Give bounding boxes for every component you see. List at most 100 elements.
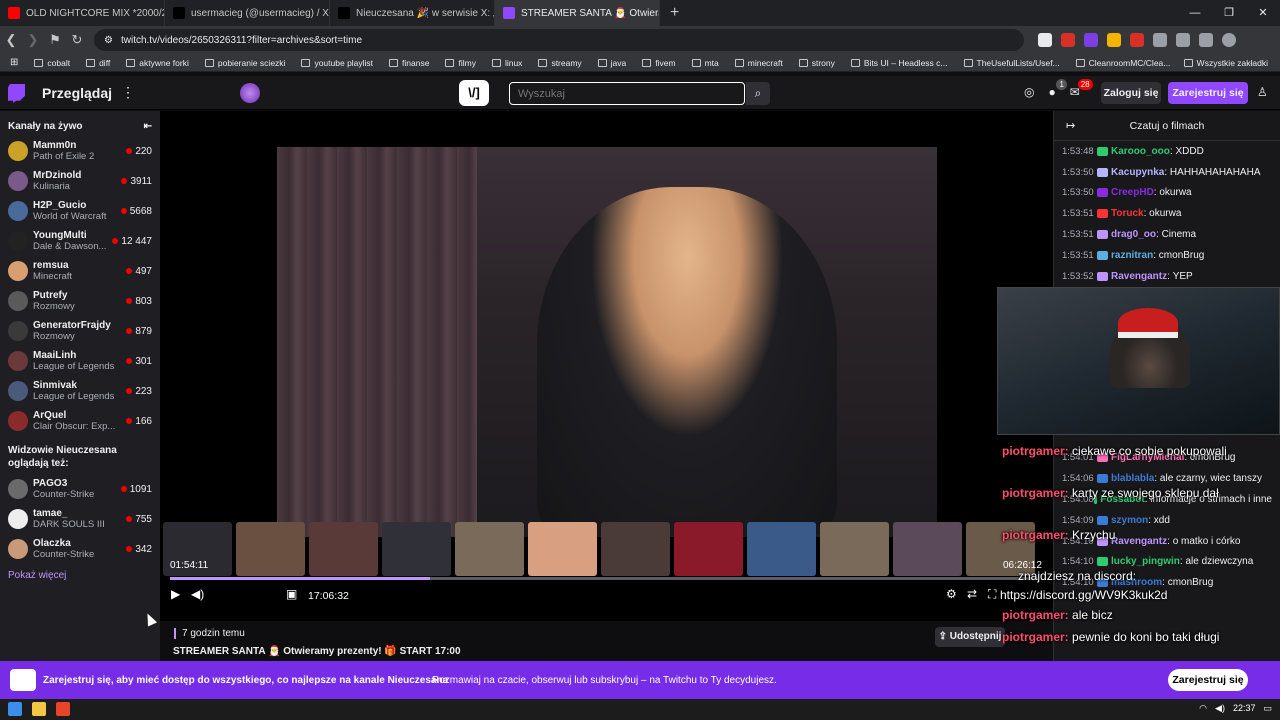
seek-bar[interactable] bbox=[170, 577, 1038, 580]
bookmark-item[interactable]: pobieranie sciezki bbox=[204, 58, 285, 68]
all-bookmarks[interactable]: Wszystkie zakładki bbox=[1183, 58, 1268, 68]
bookmark-item[interactable]: CleanroomMC/Clea... bbox=[1075, 58, 1170, 68]
bookmark-item[interactable]: mta bbox=[691, 58, 719, 68]
fullscreen-icon[interactable]: ⛶ bbox=[988, 587, 996, 602]
clip-icon[interactable]: ▣ bbox=[286, 587, 297, 601]
bookmark-item[interactable]: diff bbox=[86, 58, 110, 68]
bookmark-item[interactable]: finanse bbox=[389, 58, 429, 68]
extension-icon[interactable] bbox=[1130, 33, 1144, 47]
playlist-icon[interactable] bbox=[1199, 33, 1213, 47]
new-tab-button[interactable]: + bbox=[660, 4, 689, 22]
inbox-icon[interactable]: ✉ 28 bbox=[1070, 79, 1093, 99]
extension-icon[interactable] bbox=[1107, 33, 1121, 47]
bookmark-item[interactable]: youtube playlist bbox=[301, 58, 373, 68]
sidebar-channel[interactable]: PAGO3 Counter-Strike 1091 bbox=[0, 474, 160, 504]
sidebar-channel[interactable]: ArQuel Clair Obscur: Exp... 166 bbox=[0, 406, 160, 436]
sidebar-channel[interactable]: remsua Minecraft 497 bbox=[0, 256, 160, 286]
search-icon[interactable]: ⌕ bbox=[746, 82, 770, 105]
browser-tab[interactable]: Nieuczesana 🎉 w serwisie X: „STREA bbox=[330, 0, 495, 26]
seek-thumbnail[interactable] bbox=[674, 522, 743, 576]
wifi-icon[interactable]: ◠ bbox=[1199, 703, 1207, 714]
bookmark-item[interactable]: strony bbox=[798, 58, 835, 68]
seek-thumbnail[interactable] bbox=[309, 522, 378, 576]
seek-thumbnail[interactable] bbox=[382, 522, 451, 576]
extension-icon[interactable] bbox=[1084, 33, 1098, 47]
notification-icon[interactable]: ▭ bbox=[1263, 703, 1272, 714]
bookmark-item[interactable]: aktywne forki bbox=[126, 58, 189, 68]
seek-thumbnail[interactable] bbox=[893, 522, 962, 576]
play-icon[interactable]: ▶ bbox=[171, 587, 180, 601]
sidebar-channel[interactable]: MrDzinold Kulinaria 3911 bbox=[0, 166, 160, 196]
prime-icon[interactable] bbox=[240, 83, 260, 103]
sidebar-channel[interactable]: Sinmivak League of Legends 223 bbox=[0, 376, 160, 406]
chat-username[interactable]: raznitran bbox=[1111, 250, 1153, 261]
video-player[interactable]: 01:54:11 06:26:12 ▶ ◀) ▣ 17:06:32 ⚙ ⇄ ⛶ bbox=[160, 111, 1053, 621]
bookmark-item[interactable]: java bbox=[597, 58, 626, 68]
login-button[interactable]: Zaloguj się bbox=[1101, 82, 1161, 104]
chat-username[interactable]: lucky_pingwin bbox=[1111, 556, 1180, 567]
apps-icon[interactable]: ⊞ bbox=[10, 57, 18, 68]
settings-gear-icon[interactable]: ⚙ bbox=[946, 587, 957, 601]
sidebar-channel[interactable]: Olaczka Counter-Strike 342 bbox=[0, 534, 160, 564]
bookmark-icon[interactable]: ⚑ bbox=[44, 32, 66, 48]
chat-username[interactable]: CreepHD bbox=[1111, 187, 1154, 198]
theater-icon[interactable]: ⇄ bbox=[967, 587, 977, 601]
bookmark-item[interactable]: fivem bbox=[642, 58, 676, 68]
browser-taskbar-icon[interactable] bbox=[56, 702, 70, 716]
seek-thumbnail[interactable] bbox=[601, 522, 670, 576]
chat-username[interactable]: Kacupynka bbox=[1111, 167, 1164, 178]
share-button[interactable]: ⇪ Udostępnij bbox=[935, 627, 1005, 647]
reload-icon[interactable]: ↻ bbox=[66, 32, 88, 48]
seek-thumbnail[interactable] bbox=[747, 522, 816, 576]
sidebar-channel[interactable]: tamae_ DARK SOULS III 755 bbox=[0, 504, 160, 534]
sidebar-channel[interactable]: YoungMulti Dale & Dawson... 12 447 bbox=[0, 226, 160, 256]
windows-start-icon[interactable] bbox=[8, 702, 22, 716]
site-info-icon[interactable]: ⚙ bbox=[104, 35, 113, 46]
show-more-link[interactable]: Pokaż więcej bbox=[0, 564, 160, 587]
browser-tab[interactable]: STREAMER SANTA 🎅 Otwieram✕ bbox=[495, 0, 660, 26]
sidebar-channel[interactable]: Mamm0n Path of Exile 2 220 bbox=[0, 136, 160, 166]
channel-logo-icon[interactable]: \/] bbox=[459, 80, 489, 106]
minimize-icon[interactable]: — bbox=[1178, 0, 1212, 26]
back-icon[interactable]: ❮ bbox=[0, 32, 22, 48]
sidebar-channel[interactable]: GeneratorFrajdy Rozmowy 879 bbox=[0, 316, 160, 346]
chat-username[interactable]: Ravengantz bbox=[1111, 271, 1167, 282]
signup-button[interactable]: Zarejestruj się bbox=[1168, 82, 1248, 104]
volume-icon[interactable]: ◀) bbox=[191, 587, 204, 601]
chat-username[interactable]: Ravengantz bbox=[1111, 536, 1167, 547]
browse-link[interactable]: Przeglądaj bbox=[42, 85, 112, 101]
sidebar-icon[interactable] bbox=[1176, 33, 1190, 47]
banner-signup-button[interactable]: Zarejestruj się bbox=[1168, 669, 1248, 691]
chat-username[interactable]: drag0_oo bbox=[1111, 229, 1156, 240]
chat-username[interactable]: blablabla bbox=[1111, 473, 1154, 484]
puzzle-icon[interactable] bbox=[1153, 33, 1167, 47]
seek-thumbnail[interactable] bbox=[820, 522, 889, 576]
more-options-icon[interactable]: ⋮ bbox=[121, 84, 135, 101]
chat-username[interactable]: Toruck bbox=[1111, 208, 1144, 219]
forward-icon[interactable]: ❯ bbox=[22, 32, 44, 48]
browser-tab[interactable]: usermacieg (@usermacieg) / X bbox=[165, 0, 330, 26]
file-explorer-icon[interactable] bbox=[32, 702, 46, 716]
user-icon[interactable]: ♙ bbox=[1257, 85, 1268, 99]
activity-icon[interactable]: ◎ bbox=[1024, 85, 1034, 99]
extension-icon[interactable] bbox=[1061, 33, 1075, 47]
speaker-icon[interactable]: ◀) bbox=[1215, 703, 1225, 714]
sidebar-channel[interactable]: Putrefy Rozmowy 803 bbox=[0, 286, 160, 316]
expand-chat-icon[interactable]: ↦ bbox=[1066, 111, 1075, 141]
browser-tab[interactable]: OLD NIGHTCORE MIX *2000/201 bbox=[0, 0, 165, 26]
close-window-icon[interactable]: ✕ bbox=[1246, 0, 1280, 26]
seek-thumbnail[interactable] bbox=[236, 522, 305, 576]
bookmark-item[interactable]: Bits UI – Headless c... bbox=[850, 58, 948, 68]
chat-username[interactable]: Karooo_ooo bbox=[1111, 146, 1170, 157]
drops-icon[interactable]: ● 1 bbox=[1048, 79, 1067, 99]
profile-icon[interactable] bbox=[1222, 33, 1236, 47]
restore-icon[interactable]: ❐ bbox=[1212, 0, 1246, 26]
bookmark-item[interactable]: TheUsefulLists/Usef... bbox=[963, 58, 1060, 68]
bookmark-item[interactable]: minecraft bbox=[734, 58, 783, 68]
bookmark-item[interactable]: filmy bbox=[445, 58, 476, 68]
twitch-logo-icon[interactable] bbox=[8, 84, 25, 103]
search-input[interactable] bbox=[509, 82, 745, 105]
url-field[interactable]: ⚙ twitch.tv/videos/2650326311?filter=arc… bbox=[94, 29, 1024, 51]
sidebar-channel[interactable]: MaaiLinh League of Legends 301 bbox=[0, 346, 160, 376]
shield-icon[interactable] bbox=[1038, 33, 1052, 47]
